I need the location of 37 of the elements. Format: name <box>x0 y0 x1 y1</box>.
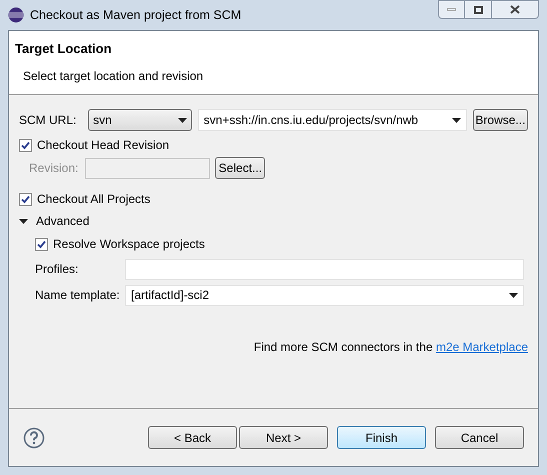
revision-field[interactable] <box>85 158 210 178</box>
minimize-icon <box>447 8 456 11</box>
field-label: Profiles: <box>35 261 80 278</box>
expander-icon[interactable] <box>19 216 28 226</box>
browse-button[interactable]: Browse... <box>472 109 528 131</box>
profiles-field[interactable] <box>125 258 524 280</box>
scm-type-dropdown[interactable]: svn <box>88 109 192 131</box>
marketplace-text: Find more SCM connectors in the m2e Marketplace <box>254 339 528 354</box>
caret-icon <box>178 118 187 122</box>
close-icon <box>510 5 520 14</box>
name-template-combo[interactable]: [artifactId]-sci2 <box>125 284 524 306</box>
close-button[interactable] <box>492 0 539 19</box>
dialog-button[interactable]: Next > <box>239 426 328 449</box>
caret-icon <box>452 118 461 122</box>
checkbox[interactable] <box>19 192 32 206</box>
dialog-button[interactable]: < Back <box>148 426 237 449</box>
url-combo-field[interactable]: svn+ssh://in.cns.iu.edu/projects/svn/nwb <box>198 109 467 131</box>
sphere-icon <box>8 7 24 23</box>
checkbox-label: Resolve Workspace projects <box>53 236 205 253</box>
maximize-icon <box>474 6 482 14</box>
field-label: Name template: <box>35 287 121 304</box>
checkbox[interactable] <box>19 138 32 152</box>
caret-icon <box>509 292 518 298</box>
field-label: SCM URL: <box>19 112 78 129</box>
dialog-button[interactable]: Finish <box>337 426 426 449</box>
section-label: Advanced <box>36 213 90 230</box>
checkbox[interactable] <box>35 238 48 250</box>
checkbox-label: Checkout Head Revision <box>37 137 170 154</box>
page-subtitle: Select target location and revision <box>22 68 204 84</box>
checkbox-label: Checkout All Projects <box>37 191 150 208</box>
window-title: Checkout as Maven project from SCM <box>30 6 242 24</box>
marketplace-link[interactable]: m2e Marketplace <box>436 340 528 354</box>
help-icon[interactable] <box>23 426 45 448</box>
dialog-button[interactable]: Cancel <box>435 426 524 449</box>
field-label: Revision: <box>29 160 78 177</box>
maximize-button[interactable] <box>465 0 492 19</box>
page-title: Target Location <box>15 40 113 58</box>
